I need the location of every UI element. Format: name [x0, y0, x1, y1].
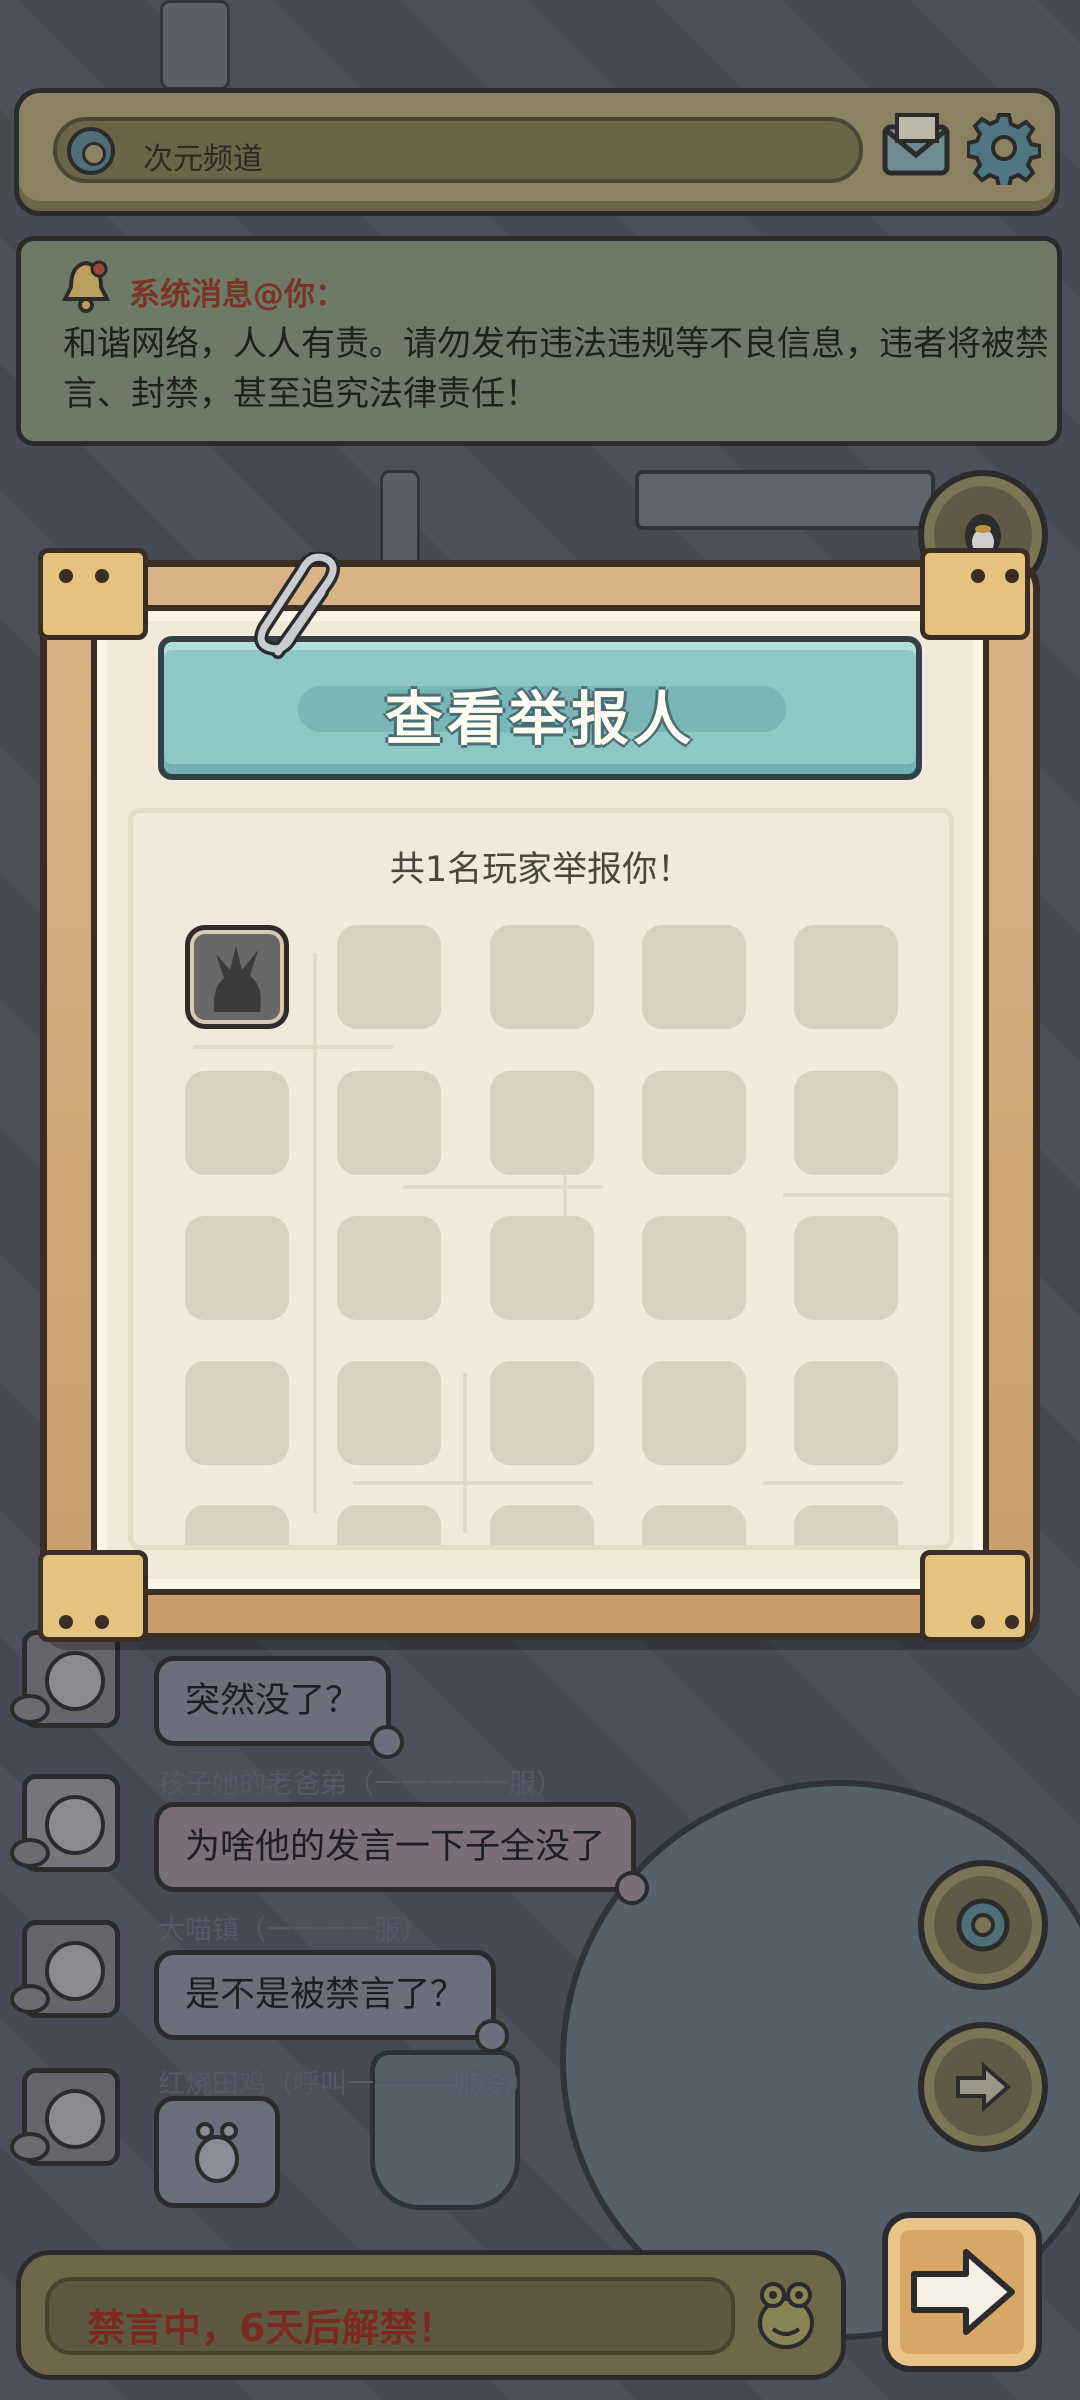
chat-text: 为啥他的发言一下子全没了: [185, 1827, 606, 1867]
chat-input-bar: 禁言中，6天后解禁！: [16, 2250, 846, 2380]
settings-button[interactable]: [966, 111, 1042, 189]
empty-slot: [185, 1216, 289, 1320]
channel-switch-button[interactable]: [918, 1860, 1048, 1990]
chat-bubble: 是不是被禁言了？: [154, 1950, 510, 2053]
arrow-right-icon: [911, 2249, 1015, 2335]
grid-line-decoration: [193, 1045, 393, 1049]
grid-line-decoration: [783, 1193, 949, 1197]
next-channel-button[interactable]: [918, 2022, 1048, 2152]
eye-icon: [10, 1838, 50, 1868]
channel-ring-icon: [67, 127, 115, 175]
chat-top-bar: 次元频道: [14, 88, 1060, 216]
empty-slot: [185, 1361, 289, 1465]
system-message-heading: 系统消息@你：: [129, 277, 346, 313]
empty-slot: [794, 1216, 898, 1320]
empty-slot: [794, 1071, 898, 1175]
frame-corner: [38, 548, 148, 640]
mail-button[interactable]: [881, 113, 953, 179]
arrow-right-icon: [956, 2061, 1012, 2113]
system-message-body: 和谐网络，人人有责。请勿发布违法违规等不良信息，违者将被禁言、封禁，甚至追究法律…: [63, 324, 1049, 414]
frame-corner: [920, 548, 1030, 640]
sticker-bubble: [154, 2096, 280, 2208]
mail-icon: [882, 113, 950, 176]
empty-slot: [794, 1505, 898, 1545]
channel-selector[interactable]: 次元频道: [53, 117, 863, 183]
frame-corner: [38, 1550, 148, 1642]
chat-text: 突然没了？: [185, 1681, 361, 1721]
bubble-tail: [370, 1725, 405, 1759]
eye-icon: [10, 2132, 50, 2162]
pipe-decoration: [160, 0, 230, 90]
empty-slot: [794, 1361, 898, 1465]
alien-sticker-icon: [195, 2122, 239, 2183]
empty-slot: [642, 925, 746, 1029]
empty-slot: [490, 1071, 594, 1175]
empty-slot: [337, 1505, 441, 1545]
eye-icon: [10, 1984, 50, 2014]
spike-machine-decoration: [635, 470, 935, 530]
grid-line-decoration: [763, 1481, 903, 1485]
chat-text: 是不是被禁言了？: [185, 1975, 466, 2015]
reporter-avatar-slot[interactable]: [185, 925, 289, 1029]
eye-icon: [10, 1694, 50, 1724]
frog-emoji-icon: [758, 2282, 814, 2349]
reporter-list-panel[interactable]: 共1名玩家举报你！: [128, 808, 954, 1550]
channel-ring-icon: [956, 1898, 1010, 1952]
empty-slot: [642, 1071, 746, 1175]
empty-slot: [794, 925, 898, 1029]
empty-slot: [490, 925, 594, 1029]
grid-line-decoration: [353, 1481, 593, 1485]
channel-name: 次元频道: [143, 142, 263, 177]
grid-line-decoration: [463, 1373, 467, 1533]
chat-bubble: 为啥他的发言一下子全没了: [154, 1802, 650, 1905]
empty-slot: [337, 925, 441, 1029]
chat-bubble: 突然没了？: [154, 1656, 405, 1759]
grid-line-decoration: [313, 953, 317, 1513]
paperclip-icon: [254, 552, 341, 659]
empty-slot: [337, 1071, 441, 1175]
empty-slot: [642, 1361, 746, 1465]
bell-icon: [61, 260, 111, 313]
system-message-panel: 系统消息@你： 和谐网络，人人有责。请勿发布违法违规等不良信息，违者将被禁言、封…: [16, 236, 1062, 446]
chat-input-field[interactable]: 禁言中，6天后解禁！: [45, 2277, 735, 2355]
grid-line-decoration: [403, 1185, 603, 1189]
mute-status-text: 禁言中，6天后解禁！: [87, 2306, 456, 2350]
bubble-tail: [615, 1871, 650, 1905]
empty-slot: [490, 1361, 594, 1465]
empty-slot: [490, 1505, 594, 1545]
gear-icon: [966, 113, 1042, 189]
empty-slot: [642, 1505, 746, 1545]
silhouette-avatar-icon: [196, 936, 278, 1018]
empty-slot: [337, 1216, 441, 1320]
report-count-text: 共1名玩家举报你！: [389, 850, 693, 890]
send-button[interactable]: [882, 2212, 1042, 2372]
bubble-tail: [475, 2019, 510, 2053]
empty-slot: [185, 1071, 289, 1175]
empty-slot: [490, 1216, 594, 1320]
frame-corner: [920, 1550, 1030, 1642]
empty-slot: [642, 1216, 746, 1320]
empty-slot: [185, 1505, 289, 1545]
chat-nickname: 孩子她的老爸弟（一一一一一服）: [158, 1769, 563, 1800]
dialog-title: 查看举报人: [384, 685, 695, 753]
chat-nickname: 大喵镇（一一一一服）: [158, 1915, 428, 1946]
empty-slot: [337, 1361, 441, 1465]
emoji-button[interactable]: [751, 2275, 821, 2355]
